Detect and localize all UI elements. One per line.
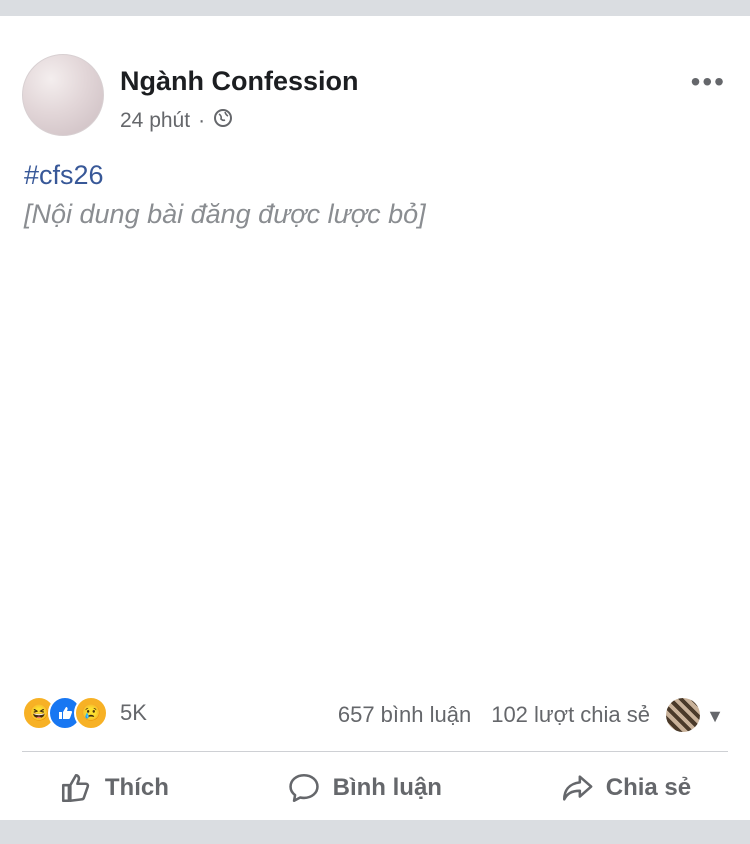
caret-down-icon[interactable]: ▼ (706, 706, 724, 727)
share-icon (562, 775, 593, 801)
sad-icon: 😢 (74, 696, 108, 730)
meta-separator: · (198, 109, 206, 132)
share-label: Chia sẻ (605, 774, 692, 801)
post-time[interactable]: 24 phút (120, 109, 190, 133)
post-meta: 24 phút · (120, 108, 233, 134)
post-card: Ngành Confession 24 phút · ••• #cfs26 [N… (0, 16, 750, 820)
author-avatar[interactable] (22, 54, 104, 136)
author-name[interactable]: Ngành Confession (120, 66, 359, 97)
share-count[interactable]: 102 lượt chia sẻ (491, 702, 650, 728)
post-stats: 657 bình luận 102 lượt chia sẻ (338, 702, 650, 728)
comment-button[interactable]: Bình luận (287, 771, 442, 805)
reaction-count[interactable]: 5K (120, 700, 147, 726)
action-bar: Thích Bình luận Chia sẻ (0, 771, 750, 805)
like-button[interactable]: Thích (59, 771, 169, 805)
divider (22, 751, 728, 752)
comment-count[interactable]: 657 bình luận (338, 702, 471, 728)
reaction-summary[interactable]: 😆 😢 5K (22, 696, 147, 730)
post-body: #cfs26 [Nội dung bài đăng được lược bỏ] (24, 156, 730, 234)
viewer-avatar[interactable] (666, 698, 700, 732)
comment-label: Bình luận (332, 774, 442, 801)
thumbs-up-icon (61, 773, 90, 803)
comment-icon (288, 773, 319, 803)
post-body-placeholder: [Nội dung bài đăng được lược bỏ] (24, 199, 426, 229)
more-options-icon[interactable]: ••• (691, 66, 726, 98)
share-button[interactable]: Chia sẻ (560, 771, 691, 805)
post-hashtag[interactable]: #cfs26 (24, 160, 104, 190)
like-label: Thích (104, 774, 169, 801)
globe-icon (213, 108, 233, 134)
